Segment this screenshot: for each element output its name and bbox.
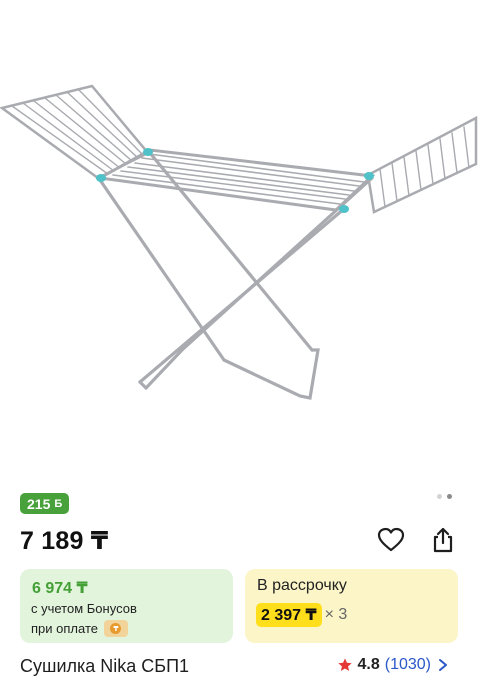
installment-amount: 2 397 ₸ bbox=[256, 603, 322, 627]
bonus-badge: 215 Б bbox=[20, 493, 70, 514]
gallery-dot-active[interactable] bbox=[447, 494, 452, 499]
bonus-price-caption: с учетом Бонусов bbox=[31, 601, 137, 616]
bonus-price-card[interactable]: 6 974 ₸ с учетом Бонусов при оплате ₸ bbox=[20, 569, 233, 643]
gallery-pagination bbox=[437, 494, 452, 499]
wallet-coin-icon: ₸ bbox=[103, 620, 128, 637]
review-count[interactable]: (1030) bbox=[385, 656, 431, 674]
installment-row: 2 397 ₸ × 3 bbox=[256, 603, 347, 627]
product-image bbox=[0, 84, 478, 400]
rating-value: 4.8 bbox=[357, 656, 380, 673]
favorite-button[interactable] bbox=[376, 525, 406, 555]
bonus-price: 6 974 ₸ bbox=[32, 580, 88, 597]
product-image-gallery[interactable] bbox=[0, 0, 478, 480]
installment-multiplier: × 3 bbox=[324, 606, 348, 623]
installment-title: В рассрочку bbox=[257, 577, 347, 594]
product-title: Сушилка Nika СБП1 bbox=[20, 656, 190, 676]
bonus-badge-amount: 215 bbox=[27, 495, 51, 512]
bonus-payment-label: при оплате bbox=[31, 621, 98, 636]
star-icon bbox=[337, 658, 352, 671]
chevron-right-icon bbox=[439, 659, 447, 671]
installment-card[interactable]: В рассрочку 2 397 ₸ × 3 bbox=[245, 569, 458, 643]
bonus-currency-icon: Б bbox=[54, 497, 63, 510]
rating-link[interactable]: 4.8 (1030) bbox=[337, 656, 449, 674]
heart-icon bbox=[377, 527, 405, 552]
share-icon bbox=[433, 527, 453, 553]
share-button[interactable] bbox=[428, 525, 458, 555]
product-price: 7 189 ₸ bbox=[20, 527, 109, 555]
gallery-dot[interactable] bbox=[437, 494, 442, 499]
bonus-payment-caption: при оплате ₸ bbox=[31, 620, 128, 637]
